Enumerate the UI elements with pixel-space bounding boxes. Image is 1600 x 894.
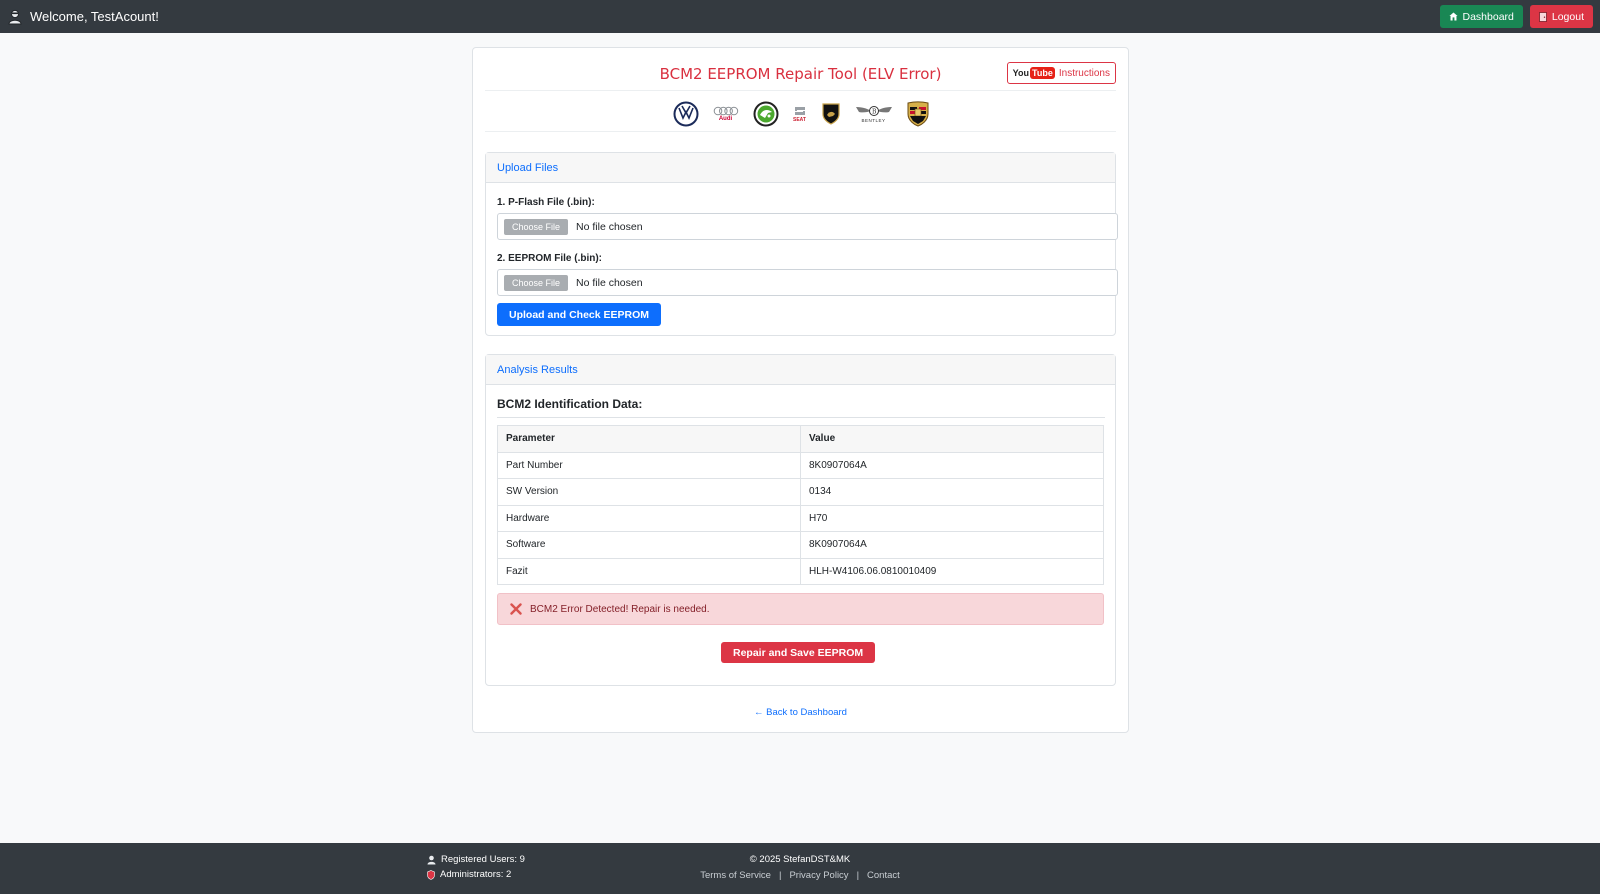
upload-panel-header: Upload Files (486, 153, 1115, 183)
table-row: Part Number 8K0907064A (497, 451, 1104, 479)
footer-center: © 2025 StefanDST&MK Terms of Service | P… (0, 852, 1600, 884)
navbar-actions: Dashboard Logout (1439, 5, 1593, 28)
bentley-logo-text: BENTLEY (861, 117, 886, 123)
value-cell: 8K0907064A (800, 531, 1104, 559)
analysis-panel: Analysis Results BCM2 Identification Dat… (485, 354, 1116, 686)
error-alert: BCM2 Error Detected! Repair is needed. (497, 593, 1104, 625)
table-row: Software 8K0907064A (497, 531, 1104, 559)
pflash-no-file-text: No file chosen (576, 220, 643, 233)
parameter-cell: Part Number (497, 451, 801, 479)
logout-button[interactable]: Logout (1529, 5, 1593, 28)
seat-logo-icon: SEAT (793, 99, 807, 129)
dashboard-button[interactable]: Dashboard (1439, 5, 1523, 28)
analysis-panel-header: Analysis Results (486, 355, 1115, 385)
pflash-choose-button[interactable]: Choose File (504, 218, 569, 235)
svg-text:B: B (872, 108, 877, 115)
welcome-text: Welcome, TestAcount! (30, 9, 159, 24)
table-row: Hardware H70 (497, 504, 1104, 532)
tool-card: BCM2 EEPROM Repair Tool (ELV Error) You T… (472, 47, 1129, 733)
terms-link[interactable]: Terms of Service (700, 868, 771, 884)
administrators-stat: Administrators: 2 (427, 867, 525, 882)
footer: © 2025 StefanDST&MK Terms of Service | P… (0, 843, 1600, 894)
bentley-logo-icon: B BENTLEY (855, 99, 893, 129)
lamborghini-logo-icon (821, 102, 840, 125)
logout-label: Logout (1551, 10, 1584, 23)
porsche-logo-icon (907, 100, 928, 127)
column-header: Parameter (497, 425, 801, 453)
value-cell: HLH-W4106.06.0810010409 (800, 557, 1104, 585)
registered-users-text: Registered Users: 9 (441, 854, 525, 865)
eeprom-choose-button[interactable]: Choose File (504, 274, 569, 291)
home-icon (1448, 12, 1458, 21)
value-cell: 8K0907064A (800, 451, 1104, 479)
error-x-icon (510, 603, 522, 615)
contact-link[interactable]: Contact (867, 868, 900, 884)
value-cell: 0134 (800, 478, 1104, 506)
instructions-button[interactable]: You Tube Instructions (1006, 62, 1116, 84)
repair-save-button[interactable]: Repair and Save EEPROM (721, 642, 876, 663)
skoda-logo-icon (753, 101, 778, 126)
upload-panel: Upload Files 1. P-Flash File (.bin): Cho… (485, 152, 1118, 336)
pflash-label: 1. P-Flash File (.bin): (497, 197, 595, 208)
seat-logo-text: SEAT (793, 116, 806, 123)
value-cell: H70 (800, 504, 1104, 532)
eeprom-label: 2. EEPROM File (.bin): (497, 253, 603, 264)
door-icon (1538, 11, 1547, 22)
parameter-cell: SW Version (497, 478, 801, 506)
table-row: SW Version 0134 (497, 478, 1104, 506)
audi-logo-icon: Audi (713, 99, 739, 129)
parameter-cell: Hardware (497, 504, 801, 532)
table-row: Fazit HLH-W4106.06.0810010409 (497, 557, 1104, 585)
parameter-cell: Software (497, 531, 801, 559)
upload-check-button[interactable]: Upload and Check EEPROM (497, 303, 662, 326)
user-icon (8, 9, 22, 24)
youtube-icon: You Tube (1012, 67, 1055, 79)
column-header: Value (800, 425, 1104, 453)
copyright-text: © 2025 StefanDST&MK (749, 854, 851, 865)
footer-separator: | (856, 870, 860, 881)
table-header-row: Parameter Value (497, 425, 1104, 453)
error-alert-text: BCM2 Error Detected! Repair is needed. (530, 603, 710, 615)
identification-table: Parameter Value Part Number 8K0907064A S… (497, 425, 1104, 585)
eeprom-no-file-text: No file chosen (576, 276, 643, 289)
top-navbar: Welcome, TestAcount! Dashboard Logout (0, 0, 1600, 33)
privacy-link[interactable]: Privacy Policy (789, 868, 848, 884)
eeprom-file-input[interactable]: Choose File No file chosen (497, 269, 1118, 296)
volkswagen-logo-icon (673, 101, 698, 126)
page-title: BCM2 EEPROM Repair Tool (ELV Error) (659, 65, 942, 83)
user-icon (427, 855, 436, 864)
footer-stats: Registered Users: 9 Administrators: 2 (427, 852, 525, 882)
back-to-dashboard-link[interactable]: ← Back to Dashboard (473, 707, 1128, 718)
footer-separator: | (778, 870, 782, 881)
parameter-cell: Fazit (497, 557, 801, 585)
welcome-area: Welcome, TestAcount! (8, 9, 159, 25)
identification-title: BCM2 Identification Data: (497, 397, 1105, 418)
shield-icon (427, 869, 435, 880)
pflash-file-input[interactable]: Choose File No file chosen (497, 213, 1118, 240)
dashboard-label: Dashboard (1462, 10, 1514, 23)
footer-links: Terms of Service | Privacy Policy | Cont… (0, 868, 1600, 884)
registered-users-stat: Registered Users: 9 (427, 852, 525, 867)
brand-logos: Audi SEAT B BENTLEY (485, 96, 1116, 132)
title-row: BCM2 EEPROM Repair Tool (ELV Error) You T… (485, 58, 1116, 91)
instructions-label: Instructions (1058, 67, 1110, 79)
administrators-text: Administrators: 2 (440, 869, 512, 880)
audi-logo-text: Audi (718, 115, 733, 122)
